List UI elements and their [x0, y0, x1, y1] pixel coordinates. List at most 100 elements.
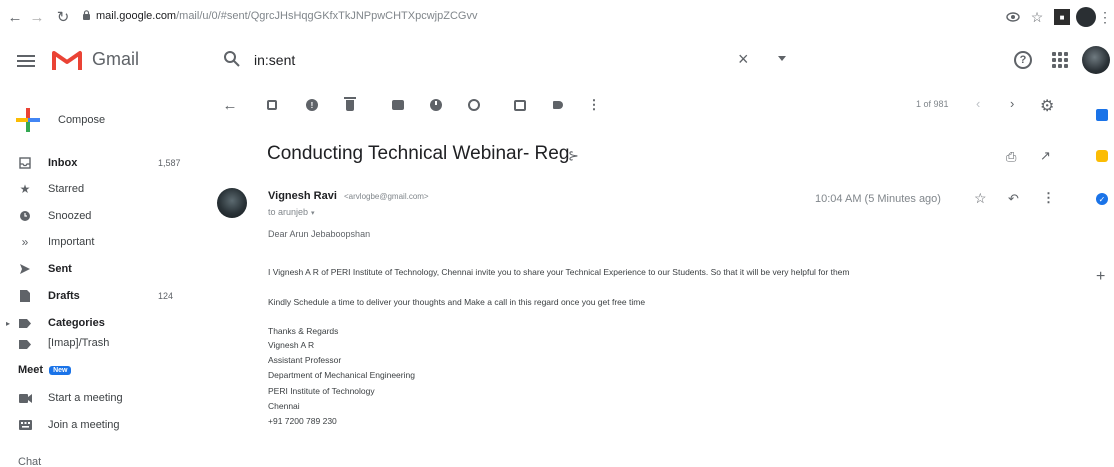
keyboard-icon [18, 418, 32, 432]
delete-icon[interactable] [342, 96, 358, 113]
calendar-app-icon[interactable] [1096, 109, 1108, 121]
pagination-count: 1 of 981 [916, 99, 949, 109]
recipient-text: to arunjeb [268, 207, 309, 217]
help-icon[interactable]: ? [1014, 51, 1032, 69]
browser-forward-icon[interactable]: → [26, 6, 48, 28]
meet-section-heading: Meet New [18, 364, 72, 376]
browser-toolbar: ← → ↻ mail.google.com/mail/u/0/#sent/Qgr… [0, 0, 1114, 34]
sidebar-item-label: Drafts [48, 290, 80, 302]
expand-caret-icon[interactable]: ▸ [6, 319, 10, 328]
tasks-app-icon[interactable]: ✓ [1096, 193, 1108, 205]
label-icon [18, 316, 32, 330]
signature-phone: +91 7200 789 230 [268, 416, 337, 426]
mark-unread-icon[interactable] [390, 97, 406, 113]
search-icon[interactable] [223, 50, 241, 68]
add-to-tasks-icon[interactable] [466, 97, 482, 113]
sender-name[interactable]: Vignesh Ravi [268, 190, 337, 202]
sidebar-item-label: Snoozed [48, 210, 92, 222]
sidebar-item-sent[interactable]: Sent [0, 256, 200, 282]
newer-conversation-icon[interactable]: ‹ [976, 96, 980, 111]
sidebar-item-imap-trash[interactable]: [Imap]/Trash [0, 337, 200, 349]
sidebar-item-label: Starred [48, 183, 85, 195]
star-message-icon[interactable]: ☆ [974, 190, 987, 207]
join-meeting-item[interactable]: Join a meeting [0, 412, 200, 438]
browser-reload-icon[interactable]: ↻ [52, 6, 74, 28]
important-icon: » [21, 235, 29, 249]
sidebar-item-categories[interactable]: ▸ Categories [0, 310, 200, 336]
unread-count: 1,587 [158, 158, 181, 168]
sidebar-item-starred[interactable]: ★ Starred [0, 176, 200, 202]
browser-back-icon[interactable]: ← [4, 6, 26, 28]
inbox-icon [18, 156, 32, 170]
sidebar-item-label: Important [48, 236, 95, 248]
google-apps-icon[interactable] [1052, 52, 1068, 68]
sidebar-item-label: Sent [48, 263, 72, 275]
get-addons-icon[interactable]: + [1096, 268, 1105, 286]
gmail-logo-icon[interactable] [52, 49, 82, 71]
search-options-icon[interactable] [778, 56, 786, 61]
bookmark-star-icon[interactable]: ☆ [1028, 6, 1046, 28]
sidebar-item-drafts[interactable]: Drafts 124 [0, 283, 200, 309]
signature-line: Department of Mechanical Engineering [268, 370, 415, 380]
browser-profile-avatar[interactable] [1076, 7, 1096, 27]
label-icon [18, 337, 32, 349]
send-icon [18, 262, 32, 276]
signature-line: Thanks & Regards [268, 326, 339, 336]
eye-icon[interactable] [1004, 6, 1022, 28]
more-actions-icon[interactable]: ⋮ [586, 97, 602, 113]
meet-heading-label: Meet [18, 364, 44, 376]
sidebar-item-snoozed[interactable]: Snoozed [0, 203, 200, 229]
important-marker-icon[interactable]: ⊱ [568, 148, 579, 164]
compose-button[interactable]: Compose [10, 102, 160, 138]
lock-icon [83, 10, 90, 20]
signature-line: Vignesh A R [268, 340, 315, 350]
settings-gear-icon[interactable]: ⚙ [1040, 96, 1054, 116]
app-name[interactable]: Gmail [92, 49, 139, 70]
keep-app-icon[interactable] [1096, 150, 1108, 162]
sender-email: <arvlogbe@gmail.com> [344, 192, 429, 201]
message-time: 10:04 AM (5 Minutes ago) [815, 193, 941, 205]
open-new-window-icon[interactable]: ↗ [1040, 148, 1051, 164]
sidebar-item-label: Categories [48, 317, 105, 329]
move-to-icon[interactable] [512, 97, 528, 113]
draft-count: 124 [158, 291, 174, 301]
compose-plus-icon [16, 108, 40, 132]
sidebar-item-label: [Imap]/Trash [48, 337, 110, 349]
snooze-icon[interactable] [428, 97, 444, 113]
email-subject: Conducting Technical Webinar- Reg [267, 143, 570, 164]
archive-icon[interactable] [264, 97, 280, 113]
sidebar-item-important[interactable]: » Important [0, 229, 200, 255]
browser-menu-icon[interactable]: ⋮ [1098, 6, 1112, 28]
signature-line: Chennai [268, 401, 300, 411]
clear-search-icon[interactable]: × [738, 49, 749, 70]
main-menu-icon[interactable] [17, 55, 35, 67]
reply-icon[interactable]: ↶ [1008, 191, 1019, 207]
start-meeting-item[interactable]: Start a meeting [0, 385, 200, 411]
compose-label: Compose [58, 114, 106, 126]
sidebar-item-inbox[interactable]: Inbox 1,587 [0, 150, 200, 176]
recipient-line[interactable]: to arunjeb ▾ [268, 207, 315, 217]
pdf-extension-icon[interactable]: ■ [1054, 9, 1070, 25]
new-badge: New [49, 365, 72, 375]
address-bar[interactable]: mail.google.com/mail/u/0/#sent/QgrcJHsHq… [96, 10, 477, 22]
sender-avatar[interactable] [217, 188, 247, 218]
labels-icon[interactable] [550, 97, 566, 113]
report-spam-icon[interactable]: ! [304, 97, 320, 113]
chat-section-heading: Chat [18, 456, 42, 467]
clock-icon [18, 209, 32, 223]
print-icon[interactable]: ⎙ [1006, 149, 1016, 165]
signature-line: PERI Institute of Technology [268, 386, 375, 396]
body-paragraph: I Vignesh A R of PERI Institute of Techn… [268, 267, 850, 277]
message-more-icon[interactable]: ⋮ [1042, 190, 1055, 206]
account-avatar[interactable] [1082, 46, 1110, 74]
body-paragraph: Kindly Schedule a time to deliver your t… [268, 297, 646, 307]
video-icon [18, 391, 32, 405]
older-conversation-icon[interactable]: › [1010, 96, 1014, 111]
search-input[interactable] [254, 50, 714, 70]
url-host: mail.google.com [96, 10, 177, 22]
show-details-icon[interactable]: ▾ [311, 209, 315, 217]
start-meeting-label: Start a meeting [48, 392, 123, 404]
back-to-sent-icon[interactable]: ← [222, 97, 238, 114]
join-meeting-label: Join a meeting [48, 419, 120, 431]
signature-line: Assistant Professor [268, 355, 342, 365]
